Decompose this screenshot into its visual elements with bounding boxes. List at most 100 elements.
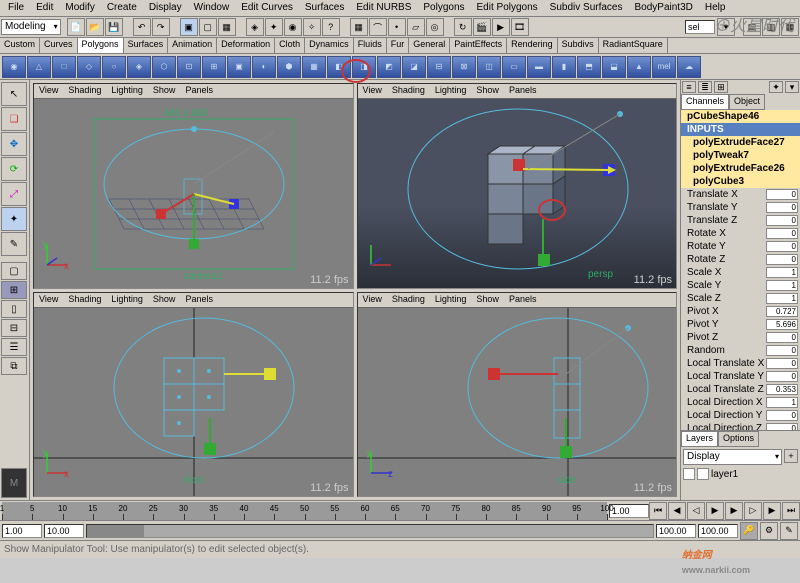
menu-window[interactable]: Window <box>188 1 236 15</box>
shelf-icon-19[interactable]: ◫ <box>477 56 501 78</box>
cb-icon3[interactable]: ⊞ <box>714 81 728 93</box>
input-node[interactable]: polyExtrudeFace27 <box>681 136 800 149</box>
vp-menu-show[interactable]: Show <box>471 293 504 307</box>
tab-object[interactable]: Object <box>729 94 765 110</box>
input-node[interactable]: polyExtrudeFace26 <box>681 162 800 175</box>
viewport-side[interactable]: ViewShadingLightingShowPanels side yz 11 <box>357 292 678 498</box>
shelf-tab-subdivs[interactable]: Subdivs <box>558 38 599 53</box>
shelf-icon-24[interactable]: ⬓ <box>602 56 626 78</box>
layout-outliner[interactable]: ☰ <box>1 338 27 356</box>
vp-menu-lighting[interactable]: Lighting <box>106 293 148 307</box>
cb-opt-icon[interactable]: ▾ <box>785 81 799 93</box>
input-node[interactable]: polyCube3 <box>681 175 800 188</box>
shelf-tab-cloth[interactable]: Cloth <box>275 38 305 53</box>
shelf-tab-custom[interactable]: Custom <box>0 38 40 53</box>
shelf-icon-23[interactable]: ⬒ <box>577 56 601 78</box>
shelf-icon-7[interactable]: ⊡ <box>177 56 201 78</box>
menu-create[interactable]: Create <box>101 1 143 15</box>
menu-bodypaint3d[interactable]: BodyPaint3D <box>629 1 699 15</box>
layout-four[interactable]: ⊞ <box>1 281 27 299</box>
layout-graph[interactable]: ⧉ <box>1 357 27 375</box>
snap-live-icon[interactable]: ◎ <box>426 18 444 36</box>
range-end-field[interactable]: 10.00 <box>44 524 84 538</box>
move-tool[interactable]: ✥ <box>1 132 27 156</box>
vp-menu-shading[interactable]: Shading <box>63 84 106 98</box>
vp-menu-panels[interactable]: Panels <box>180 293 218 307</box>
attr-row[interactable]: Rotate Z0 <box>681 253 800 266</box>
sel-field[interactable]: sel <box>685 20 715 34</box>
shelf-icon-10[interactable]: ◐ <box>252 56 276 78</box>
prev-key-icon[interactable]: ◁ <box>687 502 705 520</box>
time-slider[interactable]: 1510152025303540455055606570758085909510… <box>0 500 800 520</box>
shelf-icon-6[interactable]: ⬡ <box>152 56 176 78</box>
menu-edit[interactable]: Edit <box>30 1 59 15</box>
attr-row[interactable]: Pivot Y5.696 <box>681 318 800 331</box>
shelf-icon-0[interactable]: ◉ <box>2 56 26 78</box>
layout-two[interactable]: ▯ <box>1 300 27 318</box>
shelf-tab-painteffects[interactable]: PaintEffects <box>450 38 507 53</box>
vp-menu-view[interactable]: View <box>34 84 63 98</box>
vp-menu-lighting[interactable]: Lighting <box>106 84 148 98</box>
vp-menu-shading[interactable]: Shading <box>387 84 430 98</box>
scale-tool[interactable]: ⤢ <box>1 182 27 206</box>
shelf-tab-deformation[interactable]: Deformation <box>217 38 275 53</box>
mask4-icon[interactable]: ✧ <box>303 18 321 36</box>
shelf-icon-26[interactable]: mel <box>652 56 676 78</box>
snap-grid-icon[interactable]: ▦ <box>350 18 368 36</box>
attr-row[interactable]: Pivot Z0 <box>681 331 800 344</box>
layout-single[interactable]: ▢ <box>1 262 27 280</box>
range-start-field[interactable]: 1.00 <box>2 524 42 538</box>
tab-layers[interactable]: Layers <box>681 431 718 447</box>
play-fwd-icon[interactable]: ▶ <box>725 502 743 520</box>
mask1-icon[interactable]: ◈ <box>246 18 264 36</box>
viewport-front[interactable]: ViewShadingLightingShowPanels <box>33 292 354 498</box>
current-time-field[interactable]: 1.00 <box>609 504 649 518</box>
shelf-icon-1[interactable]: △ <box>27 56 51 78</box>
menu-edit-polygons[interactable]: Edit Polygons <box>471 1 544 15</box>
vp-menu-view[interactable]: View <box>358 293 387 307</box>
menu-display[interactable]: Display <box>143 1 188 15</box>
viewport-persp[interactable]: ViewShadingLightingShowPanels 640 x 480 <box>33 83 354 289</box>
attr-row[interactable]: Translate X0 <box>681 188 800 201</box>
snap-curve-icon[interactable]: ⌒ <box>369 18 387 36</box>
display-dropdown[interactable]: Display <box>683 449 782 465</box>
vp-menu-show[interactable]: Show <box>148 293 181 307</box>
select-comp-icon[interactable]: ▦ <box>218 18 236 36</box>
shelf-tab-rendering[interactable]: Rendering <box>507 38 558 53</box>
menu-modify[interactable]: Modify <box>59 1 100 15</box>
vp-menu-view[interactable]: View <box>34 293 63 307</box>
shelf-icon-25[interactable]: ▲ <box>627 56 651 78</box>
node-name[interactable]: pCubeShape46 <box>683 111 798 122</box>
shelf-icon-2[interactable]: □ <box>52 56 76 78</box>
forward-end-icon[interactable]: ⏭ <box>782 502 800 520</box>
cb-icon1[interactable]: ≡ <box>682 81 696 93</box>
ipr-icon[interactable]: ▶ <box>492 18 510 36</box>
attr-row[interactable]: Local Direction X1 <box>681 396 800 409</box>
shelf-icon-27[interactable]: ☁ <box>677 56 701 78</box>
vp-menu-shading[interactable]: Shading <box>387 293 430 307</box>
module-selector[interactable]: Modeling <box>1 19 61 35</box>
shelf-icon-5[interactable]: ◈ <box>127 56 151 78</box>
shelf-tab-fluids[interactable]: Fluids <box>354 38 387 53</box>
snap-plane-icon[interactable]: ▱ <box>407 18 425 36</box>
prefs-icon[interactable]: ⚙ <box>760 522 778 540</box>
vp-menu-show[interactable]: Show <box>148 84 181 98</box>
open-scene-icon[interactable]: 📂 <box>86 18 104 36</box>
attr-row[interactable]: Rotate Y0 <box>681 240 800 253</box>
shelf-icon-16[interactable]: ◪ <box>402 56 426 78</box>
step-fwd-icon[interactable]: ▶ <box>763 502 781 520</box>
layer-vis-checkbox[interactable] <box>683 468 695 480</box>
select-hier-icon[interactable]: ▣ <box>180 18 198 36</box>
time-ruler[interactable]: 1510152025303540455055606570758085909510… <box>2 502 607 520</box>
shelf-tab-dynamics[interactable]: Dynamics <box>305 38 354 53</box>
vp-menu-lighting[interactable]: Lighting <box>430 293 472 307</box>
menu-edit-nurbs[interactable]: Edit NURBS <box>350 1 417 15</box>
attr-row[interactable]: Scale Z1 <box>681 292 800 305</box>
render-globals-icon[interactable]: 🎞 <box>511 18 529 36</box>
snap-point-icon[interactable]: • <box>388 18 406 36</box>
layout-three[interactable]: ⊟ <box>1 319 27 337</box>
layer-ref-checkbox[interactable] <box>697 468 709 480</box>
select-obj-icon[interactable]: ▢ <box>199 18 217 36</box>
attr-row[interactable]: Local Direction Y0 <box>681 409 800 422</box>
step-back-icon[interactable]: ◀ <box>668 502 686 520</box>
